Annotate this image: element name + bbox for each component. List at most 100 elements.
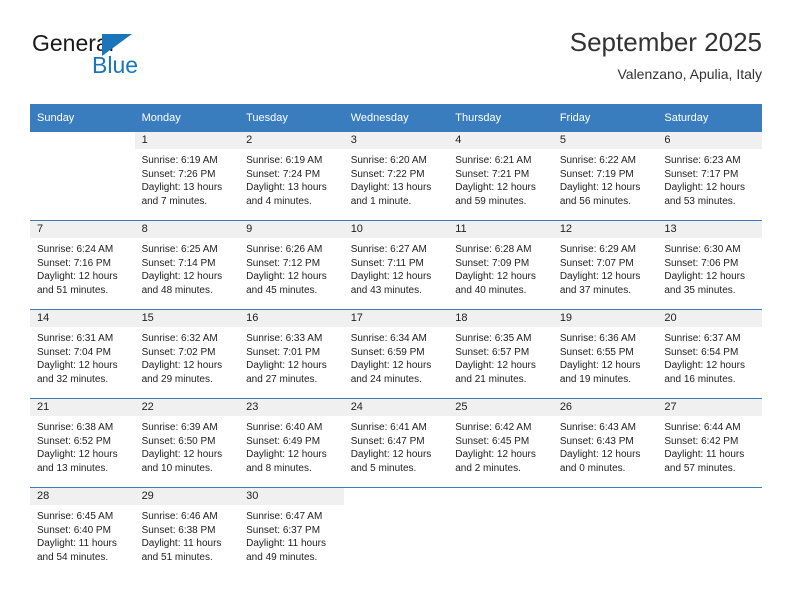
calendar-cell-empty — [343, 487, 449, 576]
sunrise-text: Sunrise: 6:38 AM — [37, 422, 114, 433]
day-details: Sunrise: 6:37 AM Sunset: 6:54 PM Daylight:… — [657, 328, 762, 386]
day-details: Sunrise: 6:41 AM Sunset: 6:47 PM Daylight:… — [344, 417, 449, 475]
calendar-day-cell[interactable]: 28 Sunrise: 6:45 AM Sunset: 6:40 PM Dayligh… — [30, 487, 135, 576]
calendar-day-cell[interactable]: 8 Sunrise: 6:25 AM Sunset: 7:14 PM Daylight… — [134, 220, 240, 310]
calendar-day-cell[interactable]: 5 Sunrise: 6:22 AM Sunset: 7:19 PM Daylight… — [552, 132, 658, 221]
sunset-text: Sunset: 7:02 PM — [141, 346, 216, 358]
weekday-header-friday: Friday — [552, 104, 658, 132]
calendar-day-cell[interactable]: 4 Sunrise: 6:21 AM Sunset: 7:21 PM Daylight… — [448, 132, 553, 221]
sunrise-text: Sunrise: 6:41 AM — [350, 422, 427, 433]
daylight-text: Daylight: 12 hours and 2 minutes. — [455, 449, 536, 474]
calendar-day-cell[interactable]: 7 Sunrise: 6:24 AM Sunset: 7:16 PM Daylight… — [30, 220, 135, 310]
sunset-text: Sunset: 7:01 PM — [246, 346, 321, 358]
calendar-day-cell[interactable]: 30 Sunrise: 6:47 AM Sunset: 6:37 PM Dayligh… — [239, 487, 344, 576]
day-number: 2 — [239, 132, 344, 150]
day-details: Sunrise: 6:27 AM Sunset: 7:11 PM Daylight:… — [344, 239, 449, 297]
calendar-day-cell[interactable]: 10 Sunrise: 6:27 AM Sunset: 7:11 PM Dayligh… — [343, 220, 449, 310]
sunset-text: Sunset: 6:45 PM — [455, 435, 530, 447]
sunrise-text: Sunrise: 6:25 AM — [141, 244, 218, 255]
daylight-text: Daylight: 12 hours and 37 minutes. — [559, 271, 641, 296]
calendar-day-cell[interactable]: 13 Sunrise: 6:30 AM Sunset: 7:06 PM Dayligh… — [657, 220, 762, 310]
sunrise-text: Sunrise: 6:43 AM — [559, 422, 636, 433]
daylight-text: Daylight: 12 hours and 56 minutes. — [559, 182, 641, 207]
daylight-text: Daylight: 12 hours and 40 minutes. — [455, 271, 536, 296]
day-details: Sunrise: 6:30 AM Sunset: 7:06 PM Daylight:… — [657, 239, 762, 297]
daylight-text: Daylight: 12 hours and 19 minutes. — [559, 360, 641, 385]
weekday-header-saturday: Saturday — [657, 104, 762, 132]
calendar-cell-empty — [30, 132, 135, 221]
calendar-header-row: Sunday Monday Tuesday Wednesday Thursday… — [30, 104, 762, 132]
calendar-day-cell[interactable]: 23 Sunrise: 6:40 AM Sunset: 6:49 PM Dayligh… — [239, 398, 344, 488]
calendar-day-cell[interactable]: 25 Sunrise: 6:42 AM Sunset: 6:45 PM Dayligh… — [448, 398, 553, 488]
sunset-text: Sunset: 7:09 PM — [455, 257, 530, 269]
calendar-day-cell[interactable]: 18 Sunrise: 6:35 AM Sunset: 6:57 PM Dayligh… — [448, 309, 553, 399]
calendar-day-cell[interactable]: 12 Sunrise: 6:29 AM Sunset: 7:07 PM Dayligh… — [552, 220, 658, 310]
sunrise-text: Sunrise: 6:20 AM — [350, 155, 427, 166]
day-details: Sunrise: 6:24 AM Sunset: 7:16 PM Daylight:… — [30, 239, 135, 297]
calendar-day-cell[interactable]: 19 Sunrise: 6:36 AM Sunset: 6:55 PM Dayligh… — [552, 309, 658, 399]
daylight-text: Daylight: 11 hours and 51 minutes. — [141, 538, 222, 563]
sunset-text: Sunset: 7:26 PM — [141, 168, 216, 180]
day-details: Sunrise: 6:25 AM Sunset: 7:14 PM Daylight:… — [135, 239, 240, 297]
calendar-day-cell[interactable]: 14 Sunrise: 6:31 AM Sunset: 7:04 PM Dayligh… — [30, 309, 135, 399]
daylight-text: Daylight: 12 hours and 32 minutes. — [37, 360, 118, 385]
calendar-day-cell[interactable]: 27 Sunrise: 6:44 AM Sunset: 6:42 PM Dayligh… — [657, 398, 762, 488]
calendar-day-cell[interactable]: 11 Sunrise: 6:28 AM Sunset: 7:09 PM Dayligh… — [448, 220, 553, 310]
sunrise-text: Sunrise: 6:31 AM — [37, 333, 114, 344]
sunset-text: Sunset: 6:37 PM — [246, 524, 321, 536]
day-details: Sunrise: 6:40 AM Sunset: 6:49 PM Daylight:… — [239, 417, 344, 475]
calendar-day-cell[interactable]: 1 Sunrise: 6:19 AM Sunset: 7:26 PM Daylight… — [134, 132, 240, 221]
calendar-day-cell[interactable]: 22 Sunrise: 6:39 AM Sunset: 6:50 PM Dayligh… — [134, 398, 240, 488]
day-number: 4 — [448, 132, 553, 150]
sunrise-text: Sunrise: 6:47 AM — [246, 511, 323, 522]
sunset-text: Sunset: 7:04 PM — [37, 346, 111, 358]
calendar-day-cell[interactable]: 6 Sunrise: 6:23 AM Sunset: 7:17 PM Daylight… — [657, 132, 762, 221]
day-number: 14 — [30, 310, 135, 328]
calendar-cell-empty — [657, 487, 762, 576]
title-block: September 2025 Valenzano, Apulia, Italy — [570, 26, 762, 84]
calendar-day-cell[interactable]: 20 Sunrise: 6:37 AM Sunset: 6:54 PM Dayligh… — [657, 309, 762, 399]
calendar-day-cell[interactable]: 17 Sunrise: 6:34 AM Sunset: 6:59 PM Dayligh… — [343, 309, 449, 399]
sunrise-text: Sunrise: 6:32 AM — [141, 333, 218, 344]
day-number: 15 — [134, 310, 240, 328]
calendar-day-cell[interactable]: 2 Sunrise: 6:19 AM Sunset: 7:24 PM Daylight… — [239, 132, 344, 221]
sunrise-text: Sunrise: 6:34 AM — [350, 333, 427, 344]
day-details: Sunrise: 6:33 AM Sunset: 7:01 PM Daylight:… — [239, 328, 344, 386]
sunrise-text: Sunrise: 6:36 AM — [559, 333, 636, 344]
daylight-text: Daylight: 11 hours and 49 minutes. — [246, 538, 326, 563]
calendar-week-row: 7 Sunrise: 6:24 AM Sunset: 7:16 PM Daylight… — [30, 220, 762, 310]
daylight-text: Daylight: 12 hours and 0 minutes. — [559, 449, 641, 474]
day-details: Sunrise: 6:35 AM Sunset: 6:57 PM Daylight:… — [448, 328, 553, 386]
page-subtitle: Valenzano, Apulia, Italy — [617, 66, 762, 82]
calendar-day-cell[interactable]: 15 Sunrise: 6:32 AM Sunset: 7:02 PM Dayligh… — [134, 309, 240, 399]
calendar-day-cell[interactable]: 24 Sunrise: 6:41 AM Sunset: 6:47 PM Dayligh… — [343, 398, 449, 488]
daylight-text: Daylight: 13 hours and 1 minute. — [350, 182, 432, 207]
sunrise-text: Sunrise: 6:19 AM — [246, 155, 323, 166]
day-number: 9 — [239, 221, 344, 239]
calendar-day-cell[interactable]: 21 Sunrise: 6:38 AM Sunset: 6:52 PM Dayligh… — [30, 398, 135, 488]
sunset-text: Sunset: 6:40 PM — [37, 524, 111, 536]
sunrise-text: Sunrise: 6:27 AM — [350, 244, 427, 255]
day-details: Sunrise: 6:22 AM Sunset: 7:19 PM Daylight:… — [553, 150, 658, 208]
calendar-day-cell[interactable]: 26 Sunrise: 6:43 AM Sunset: 6:43 PM Dayligh… — [552, 398, 658, 488]
sunrise-text: Sunrise: 6:33 AM — [246, 333, 323, 344]
day-number — [343, 488, 449, 505]
day-number: 8 — [134, 221, 240, 239]
month-calendar-table: Sunday Monday Tuesday Wednesday Thursday… — [30, 104, 762, 576]
day-details: Sunrise: 6:39 AM Sunset: 6:50 PM Daylight:… — [135, 417, 240, 475]
day-details: Sunrise: 6:29 AM Sunset: 7:07 PM Daylight:… — [553, 239, 658, 297]
daylight-text: Daylight: 13 hours and 7 minutes. — [141, 182, 223, 207]
sunset-text: Sunset: 7:17 PM — [664, 168, 739, 180]
sunset-text: Sunset: 6:55 PM — [559, 346, 634, 358]
sunset-text: Sunset: 6:50 PM — [141, 435, 216, 447]
calendar-day-cell[interactable]: 3 Sunrise: 6:20 AM Sunset: 7:22 PM Daylight… — [343, 132, 449, 221]
daylight-text: Daylight: 12 hours and 16 minutes. — [664, 360, 745, 385]
calendar-day-cell[interactable]: 16 Sunrise: 6:33 AM Sunset: 7:01 PM Dayligh… — [239, 309, 344, 399]
calendar-day-cell[interactable]: 9 Sunrise: 6:26 AM Sunset: 7:12 PM Daylight… — [239, 220, 344, 310]
calendar-day-cell[interactable]: 29 Sunrise: 6:46 AM Sunset: 6:38 PM Dayligh… — [134, 487, 240, 576]
day-details: Sunrise: 6:21 AM Sunset: 7:21 PM Daylight:… — [448, 150, 553, 208]
day-details: Sunrise: 6:45 AM Sunset: 6:40 PM Daylight:… — [30, 506, 135, 564]
sunrise-text: Sunrise: 6:23 AM — [664, 155, 741, 166]
daylight-text: Daylight: 11 hours and 54 minutes. — [37, 538, 117, 563]
daylight-text: Daylight: 12 hours and 59 minutes. — [455, 182, 536, 207]
